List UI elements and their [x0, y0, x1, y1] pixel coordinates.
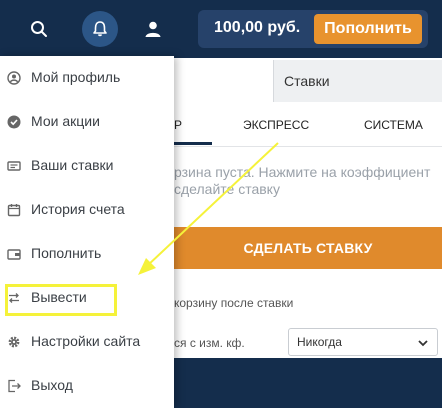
- menu-item-label: Выход: [31, 377, 73, 393]
- wallet-icon: [7, 247, 21, 261]
- annotation-highlight-box: [5, 284, 117, 316]
- odds-change-label: ся с изм. кф.: [174, 336, 245, 350]
- tab-express[interactable]: ЭКСПРЕСС: [243, 118, 309, 132]
- ticket-icon: [7, 159, 21, 173]
- betslip-header: Ставки: [273, 60, 442, 102]
- menu-item-label: Мой профиль: [31, 69, 121, 85]
- menu-item-profile[interactable]: Мой профиль: [0, 58, 174, 98]
- search-icon[interactable]: [21, 11, 57, 47]
- empty-message-line1: рзина пуста. Нажмите на коэффициент: [174, 164, 431, 180]
- menu-item-label: Ваши ставки: [31, 157, 114, 173]
- menu-item-label: Настройки сайта: [31, 333, 141, 349]
- empty-message-line2: сделайте ставку: [174, 181, 280, 197]
- menu-item-label: История счета: [31, 201, 125, 217]
- menu-item-logout[interactable]: Выход: [0, 366, 174, 406]
- menu-item-history[interactable]: История счета: [0, 190, 174, 230]
- odds-change-select[interactable]: Никогда: [288, 328, 438, 356]
- menu-item-label: Пополнить: [31, 245, 102, 261]
- top-bar: 100,00 руб. Пополнить: [0, 0, 442, 58]
- gear-icon: [7, 335, 21, 349]
- place-bet-button[interactable]: СДЕЛАТЬ СТАВКУ: [174, 227, 442, 269]
- clear-after-bet-label: корзину после ставки: [174, 296, 294, 310]
- check-circle-icon: [7, 115, 21, 129]
- tab-single[interactable]: Р: [174, 118, 182, 132]
- user-menu: Мой профиль Мои акции Ваши ставки Истори…: [0, 56, 174, 408]
- tab-system[interactable]: СИСТЕМА: [364, 118, 423, 132]
- calendar-icon: [7, 203, 21, 217]
- empty-betslip-message: рзина пуста. Нажмите на коэффициент сдел…: [174, 164, 442, 198]
- odds-change-value: Никогда: [297, 335, 342, 349]
- logout-icon: [7, 379, 21, 393]
- menu-item-settings[interactable]: Настройки сайта: [0, 322, 174, 362]
- active-tab-indicator: [174, 142, 212, 145]
- balance-amount: 100,00 руб.: [214, 19, 301, 36]
- menu-item-bets[interactable]: Ваши ставки: [0, 146, 174, 186]
- menu-item-label: Мои акции: [31, 113, 100, 129]
- menu-item-deposit[interactable]: Пополнить: [0, 234, 174, 274]
- user-icon[interactable]: [135, 11, 171, 47]
- bell-icon[interactable]: [82, 11, 118, 47]
- balance-box: 100,00 руб. Пополнить: [198, 10, 428, 48]
- menu-item-promos[interactable]: Мои акции: [0, 102, 174, 142]
- topup-button[interactable]: Пополнить: [314, 14, 422, 44]
- user-circle-icon: [7, 71, 21, 85]
- chevron-down-icon: [417, 337, 429, 352]
